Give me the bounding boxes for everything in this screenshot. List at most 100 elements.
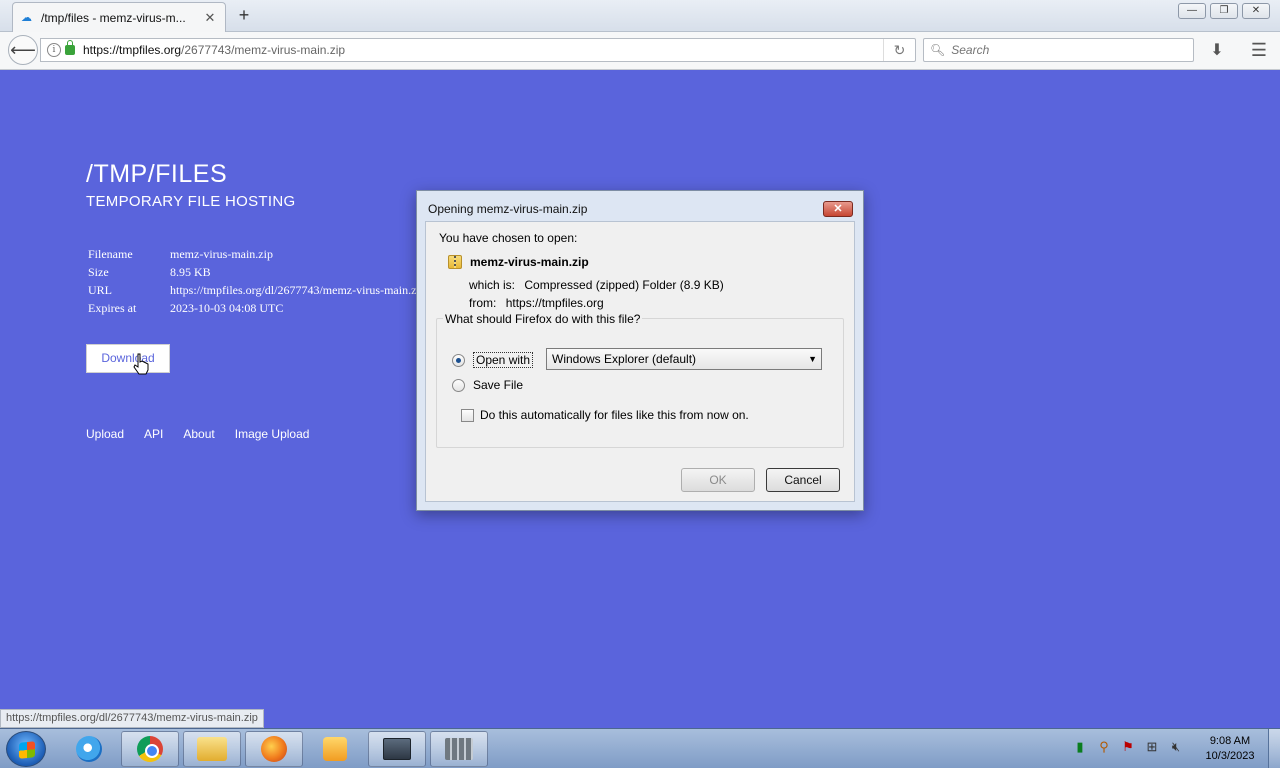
file-name: memz-virus-main.zip	[470, 255, 589, 269]
detail-row-filename: Filename memz-virus-main.zip	[88, 245, 426, 263]
browser-tab[interactable]: ☁ /tmp/files - memz-virus-m... ✕	[12, 2, 226, 32]
internet-explorer-icon	[76, 736, 102, 762]
save-file-option[interactable]: Save File	[452, 378, 523, 392]
tab-close-icon[interactable]: ✕	[203, 10, 217, 26]
address-bar[interactable]: i https://tmpfiles.org/2677743/memz-viru…	[40, 38, 916, 62]
task-manager-icon	[383, 738, 411, 760]
search-bar[interactable]: 🔍︎	[923, 38, 1194, 62]
detail-value: memz-virus-main.zip	[170, 247, 273, 261]
open-with-option[interactable]: Open with	[452, 352, 534, 368]
taskbar-internet-explorer[interactable]	[60, 731, 118, 767]
hamburger-menu-icon[interactable]: ☰	[1248, 40, 1270, 62]
open-file-dialog: Opening memz-virus-main.zip ✕ You have c…	[416, 190, 864, 511]
dialog-title: Opening memz-virus-main.zip	[428, 202, 588, 216]
search-icon: 🔍︎	[930, 43, 946, 57]
detail-value: 8.95 KB	[170, 265, 211, 279]
url-text[interactable]: https://tmpfiles.org/2677743/memz-virus-…	[83, 43, 883, 57]
which-label: which is:	[469, 278, 516, 292]
detail-value: 2023-10-03 04:08 UTC	[170, 301, 284, 315]
folder-icon	[197, 737, 227, 761]
file-type-row: which is: Compressed (zipped) Folder (8.…	[469, 278, 724, 292]
download-button[interactable]: Download	[86, 344, 170, 373]
dropdown-arrow-icon: ▼	[808, 354, 817, 364]
footer-link-upload[interactable]: Upload	[86, 427, 124, 441]
file-details-table: Filename memz-virus-main.zip Size 8.95 K…	[88, 245, 426, 317]
taskbar-file-explorer[interactable]	[183, 731, 241, 767]
media-player-icon	[323, 737, 347, 761]
save-file-label: Save File	[473, 378, 524, 392]
new-tab-button[interactable]: +	[234, 5, 254, 25]
url-path: /2677743/memz-virus-main.zip	[181, 43, 346, 57]
battery-icon[interactable]: ▮	[1072, 739, 1088, 755]
tab-title: /tmp/files - memz-virus-m...	[41, 10, 186, 25]
action-question: What should Firefox do with this file?	[443, 312, 643, 326]
footer-link-api[interactable]: API	[144, 427, 163, 441]
info-icon[interactable]: i	[47, 43, 61, 57]
open-with-select[interactable]: Windows Explorer (default) ▼	[546, 348, 822, 370]
detail-key: Filename	[88, 247, 133, 261]
tab-strip: ☁ /tmp/files - memz-virus-m... ✕ + — ❐ ✕	[0, 0, 1280, 32]
network-app-icon	[445, 738, 473, 760]
detail-row-url: URL https://tmpfiles.org/dl/2677743/memz…	[88, 281, 426, 299]
cancel-button[interactable]: Cancel	[766, 468, 840, 492]
save-file-radio[interactable]	[452, 378, 465, 392]
open-with-app: Windows Explorer (default)	[552, 352, 697, 366]
cloud-upload-icon: ☁	[21, 11, 32, 24]
restore-button[interactable]: ❐	[1210, 3, 1238, 19]
volume-muted-icon[interactable]: 🔇︎	[1168, 739, 1184, 755]
site-title: /TMP/FILES	[86, 160, 228, 188]
arrow-left-icon: ⟵	[10, 40, 36, 60]
footer-link-image-upload[interactable]: Image Upload	[235, 427, 310, 441]
network-tray-icon[interactable]: ⊞	[1144, 739, 1160, 755]
show-desktop-button[interactable]	[1268, 729, 1280, 768]
detail-key: Expires at	[88, 301, 137, 315]
clock[interactable]: 9:08 AM 10/3/2023	[1200, 734, 1260, 764]
chosen-text: You have chosen to open:	[439, 231, 578, 245]
dialog-body: You have chosen to open: memz-virus-main…	[425, 221, 855, 502]
window-controls: — ❐ ✕	[1178, 3, 1270, 19]
url-host: https://tmpfiles.org	[83, 43, 182, 57]
minimize-button[interactable]: —	[1178, 3, 1206, 19]
status-url-tooltip: https://tmpfiles.org/dl/2677743/memz-vir…	[0, 709, 264, 728]
detail-row-expires: Expires at 2023-10-03 04:08 UTC	[88, 299, 426, 317]
search-tray-icon[interactable]: ⚲	[1096, 739, 1112, 755]
ok-button[interactable]: OK	[681, 468, 755, 492]
search-input[interactable]	[951, 43, 1182, 57]
site-subtitle: TEMPORARY FILE HOSTING	[86, 193, 296, 210]
footer-links: Upload API About Image Upload	[86, 427, 329, 441]
detail-key: Size	[88, 265, 109, 279]
taskbar-task-manager[interactable]	[368, 731, 426, 767]
file-row: memz-virus-main.zip	[448, 255, 589, 269]
flag-error-icon[interactable]: ⚑	[1120, 739, 1136, 755]
open-with-label: Open with	[473, 352, 534, 368]
downloads-arrow-icon[interactable]: ⬇	[1206, 40, 1228, 62]
start-button[interactable]	[6, 731, 46, 767]
open-with-radio[interactable]	[452, 353, 465, 367]
window-close-button[interactable]: ✕	[1242, 3, 1270, 19]
detail-value[interactable]: https://tmpfiles.org/dl/2677743/memz-vir…	[170, 281, 426, 299]
taskbar-firefox[interactable]	[245, 731, 303, 767]
auto-action-label: Do this automatically for files like thi…	[480, 408, 749, 422]
which-value: Compressed (zipped) Folder (8.9 KB)	[524, 278, 724, 292]
chrome-icon	[137, 736, 163, 762]
reload-icon[interactable]: ↻	[883, 39, 915, 61]
clock-date: 10/3/2023	[1205, 750, 1255, 762]
navigation-toolbar: ⟵ i https://tmpfiles.org/2677743/memz-vi…	[0, 32, 1280, 70]
taskbar: ▮ ⚲ ⚑ ⊞ 🔇︎ 9:08 AM 10/3/2023	[0, 728, 1280, 768]
back-button[interactable]: ⟵	[8, 35, 38, 65]
auto-action-checkbox[interactable]	[461, 408, 474, 422]
file-source-row: from: https://tmpfiles.org	[469, 296, 604, 310]
taskbar-media-player[interactable]	[306, 731, 364, 767]
hand-cursor-icon	[133, 353, 149, 375]
dialog-close-button[interactable]: ✕	[823, 201, 853, 217]
from-value: https://tmpfiles.org	[505, 296, 604, 310]
firefox-icon	[261, 736, 287, 762]
detail-row-size: Size 8.95 KB	[88, 263, 426, 281]
lock-icon	[65, 40, 75, 55]
taskbar-chrome[interactable]	[121, 731, 179, 767]
footer-link-about[interactable]: About	[183, 427, 214, 441]
from-label: from:	[469, 296, 497, 310]
taskbar-network[interactable]	[430, 731, 488, 767]
system-tray: ▮ ⚲ ⚑ ⊞ 🔇︎	[1072, 739, 1184, 755]
auto-action-option[interactable]: Do this automatically for files like thi…	[461, 408, 749, 422]
